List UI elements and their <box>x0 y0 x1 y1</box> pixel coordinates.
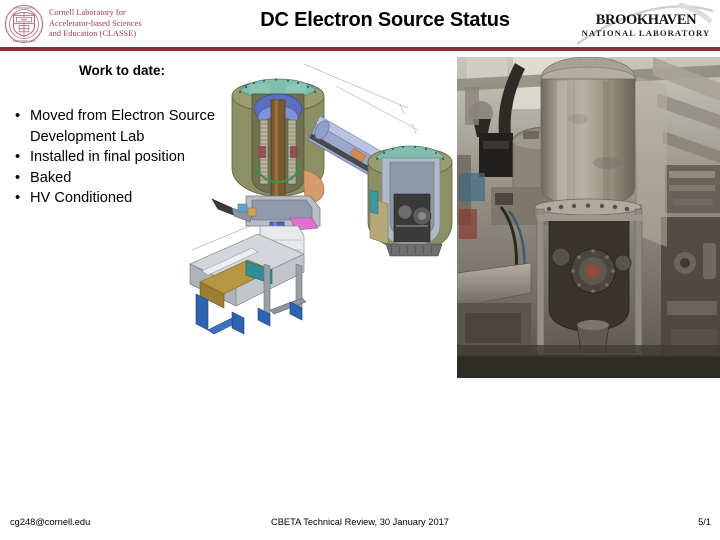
cornell-seal-icon: UNIVERSITY FOUNDED 1865 <box>4 4 44 44</box>
footer-page-number: 5/1 <box>698 517 711 527</box>
bullet-marker-icon: • <box>15 190 21 207</box>
list-item-label: Baked <box>30 169 72 186</box>
bullet-marker-icon: • <box>15 108 21 124</box>
slide-footer: cg248@cornell.edu CBETA Technical Review… <box>0 505 720 535</box>
svg-text:FOUNDED 1865: FOUNDED 1865 <box>13 39 36 43</box>
list-item-label: HV Conditioned <box>30 190 133 207</box>
dc-gun-installed-photograph <box>457 57 720 378</box>
slide-header: UNIVERSITY FOUNDED 1865 Cornell Laborato… <box>0 0 720 51</box>
bullet-marker-icon: • <box>15 149 21 166</box>
bnl-wordmark: BROOKHAVEN <box>595 12 697 28</box>
cornell-classe-logo: UNIVERSITY FOUNDED 1865 Cornell Laborato… <box>4 2 194 46</box>
bullet-marker-icon: • <box>15 169 21 186</box>
page-title: DC Electron Source Status <box>260 9 510 31</box>
dc-electron-gun-cad-section-view <box>186 58 458 378</box>
bnl-subtitle: NATIONAL LABORATORY <box>581 28 711 38</box>
cornell-lab-name: Cornell Laboratory for Accelerator-based… <box>49 8 142 39</box>
brookhaven-national-laboratory-logo: BROOKHAVEN NATIONAL LABORATORY <box>575 3 717 45</box>
list-item-label: Installed in final position <box>30 149 185 166</box>
header-divider <box>0 47 720 51</box>
svg-text:UNIVERSITY: UNIVERSITY <box>14 6 34 10</box>
